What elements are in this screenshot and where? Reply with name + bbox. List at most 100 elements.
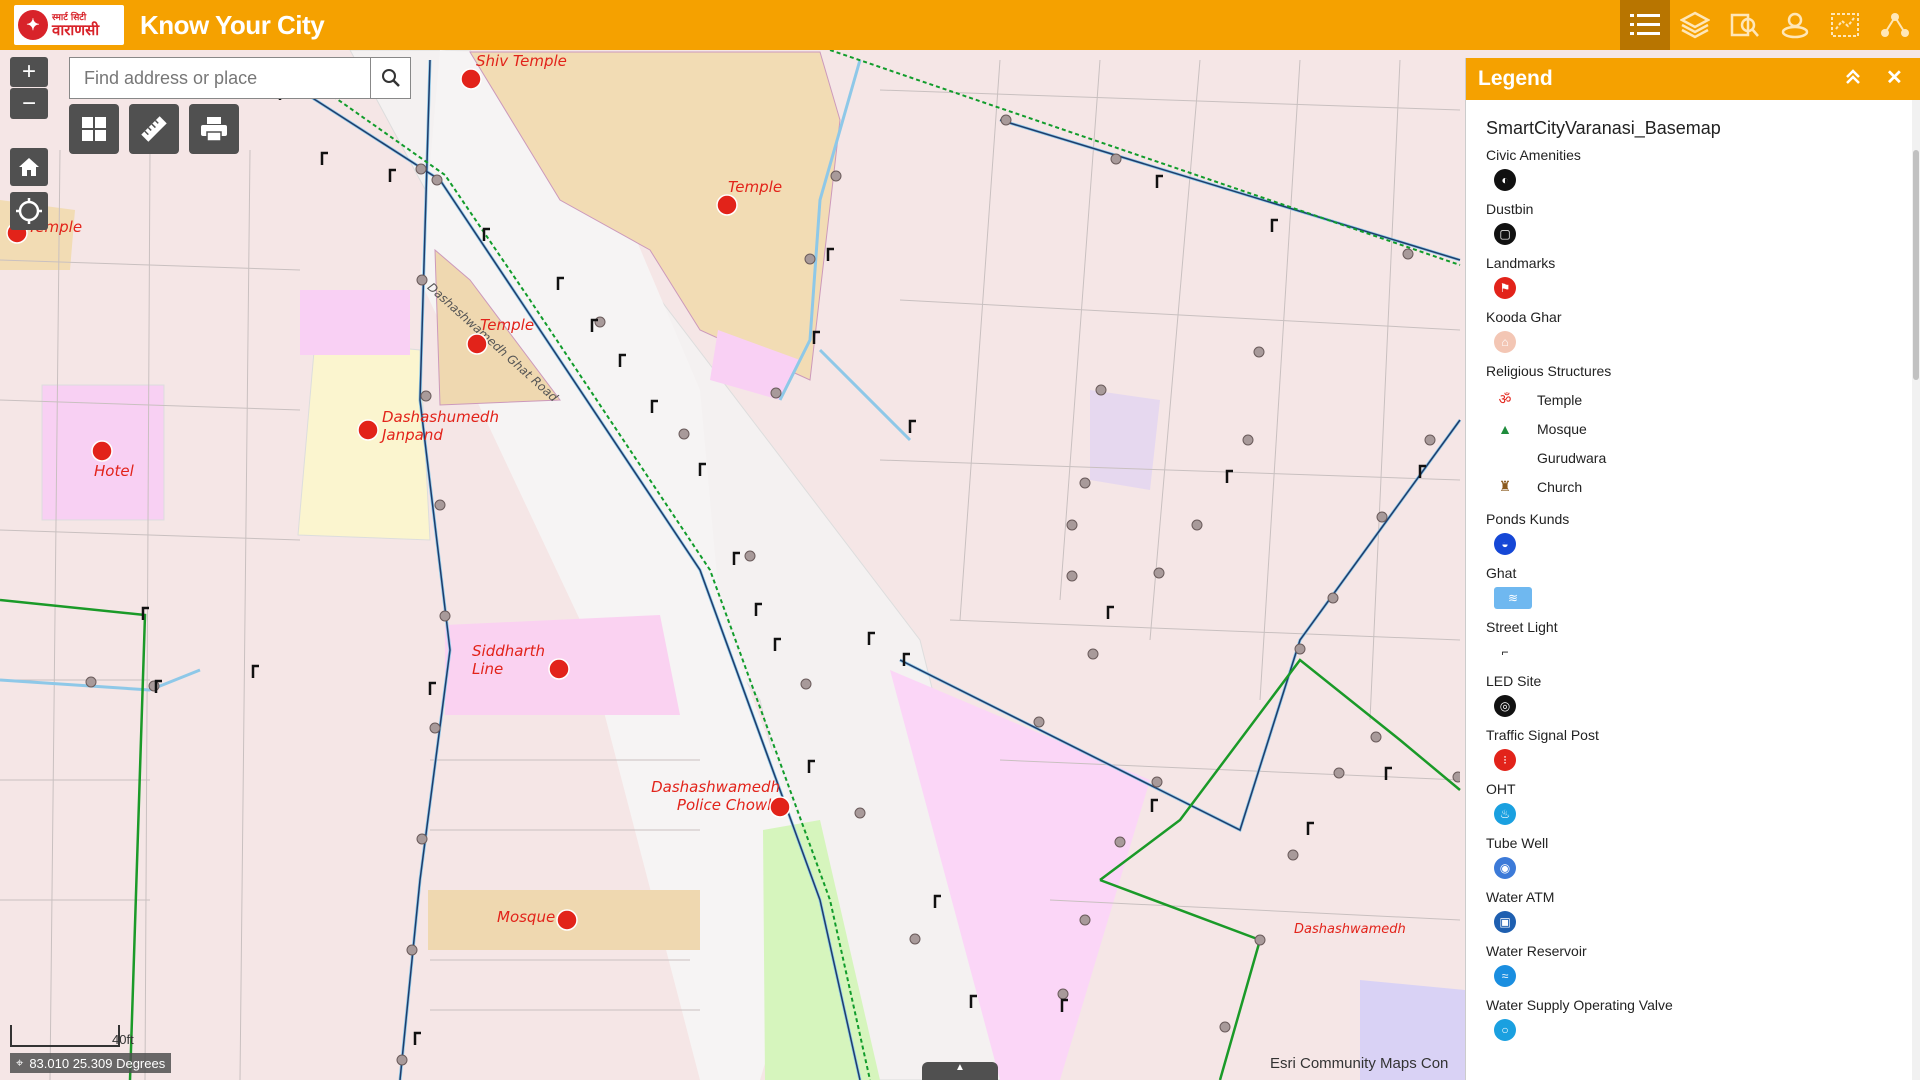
valve-node-icon: [830, 170, 842, 182]
valve-node-icon: [1287, 849, 1299, 861]
valve-node-icon: [909, 933, 921, 945]
share-icon[interactable]: [1870, 0, 1920, 50]
valve-node-icon: [406, 944, 418, 956]
basemap-gallery-button[interactable]: [69, 104, 119, 154]
scroll-thumb[interactable]: [1913, 150, 1919, 380]
legend-group-label: Ghat: [1486, 565, 1517, 581]
logo-emblem-icon: ✦: [18, 10, 48, 40]
ruler-icon: [141, 116, 167, 142]
street-light-icon: [413, 1031, 421, 1045]
measure-button[interactable]: [129, 104, 179, 154]
valve-node-icon: [678, 428, 690, 440]
street-light-icon: [1060, 998, 1068, 1012]
valve-node-icon: [148, 680, 160, 692]
tube-well-icon: ◉: [1494, 857, 1516, 879]
valve-node-icon: [1114, 836, 1126, 848]
layers-icon[interactable]: [1670, 0, 1720, 50]
legend-group-religious: Religious Structures ॐ Temple ▲ Mosque Gurud…: [1486, 363, 1900, 501]
collapse-chevron-icon[interactable]: [1844, 68, 1862, 91]
valve-node-icon: [1079, 914, 1091, 926]
print-icon: [201, 117, 227, 142]
street-light-icon: [807, 759, 815, 773]
legend-item-label: Church: [1537, 478, 1583, 495]
valve-node-icon: [1242, 434, 1254, 446]
tool-row: [69, 104, 239, 154]
landmark-pin-icon: [460, 68, 482, 90]
legend-item-label: Mosque: [1537, 420, 1587, 437]
search-button[interactable]: [370, 58, 410, 98]
landmark-pin-icon: [556, 909, 578, 931]
valve-node-icon: [416, 274, 428, 286]
street-light-icon: [1225, 469, 1233, 483]
valve-node-icon: [1151, 776, 1163, 788]
valve-node-icon: [1452, 771, 1460, 783]
valve-node-icon: [1253, 346, 1265, 358]
top-bar: ✦ स्मार्ट सिटी वाराणसी Know Your City: [0, 0, 1920, 50]
mosque-icon: ▲: [1498, 420, 1512, 437]
valve-node-icon: [1370, 731, 1382, 743]
legend-group: Dustbin ▢: [1486, 201, 1900, 245]
search-icon: [381, 69, 400, 87]
street-light-icon: [1106, 605, 1114, 619]
legend-group: Water ATM ▣: [1486, 889, 1900, 933]
select-icon[interactable]: [1770, 0, 1820, 50]
valve-node-icon: [1402, 248, 1414, 260]
street-light-icon: [867, 631, 875, 645]
legend-list-icon[interactable]: [1620, 0, 1670, 50]
map-canvas[interactable]: Shiv Temple Temple Temple Temple Dashash…: [0, 50, 1920, 1080]
landmark-pin-icon: [769, 796, 791, 818]
street-light-icon: [428, 681, 436, 695]
locate-icon: [16, 198, 42, 224]
legend-group: Ponds Kunds ◒: [1486, 511, 1900, 555]
traffic-signal-post-icon: ⁝: [1494, 749, 1516, 771]
street-light-icon: [1306, 821, 1314, 835]
street-light-icon: [826, 247, 834, 261]
analysis-icon[interactable]: [1820, 0, 1870, 50]
valve-node-icon: [1153, 567, 1165, 579]
legend-item-label: Gurudwara: [1537, 449, 1607, 466]
ghat-icon: ≋: [1494, 587, 1532, 609]
valve-node-icon: [1079, 477, 1091, 489]
legend-panel: Legend ✕ SmartCityVaranasi_Basemap Civic…: [1465, 58, 1920, 1080]
street-light-icon: [388, 168, 396, 182]
street-light-icon: [320, 151, 328, 165]
search-input[interactable]: [70, 58, 370, 98]
print-button[interactable]: [189, 104, 239, 154]
legend-item: ॐ Temple: [1494, 385, 1900, 414]
close-icon[interactable]: ✕: [1886, 65, 1903, 90]
valve-node-icon: [1294, 643, 1306, 655]
panel-toggle-tab[interactable]: ▲: [922, 1062, 998, 1080]
landmarks-icon: ⚑: [1494, 277, 1516, 299]
street-light-icon: [902, 652, 910, 666]
valve-node-icon: [804, 253, 816, 265]
legend-body: SmartCityVaranasi_Basemap Civic Amenitie…: [1466, 100, 1920, 1080]
legend-title: Legend: [1478, 67, 1553, 90]
toolbar: [1620, 0, 1920, 50]
query-icon[interactable]: [1720, 0, 1770, 50]
legend-group-label: OHT: [1486, 781, 1516, 797]
legend-service-name: SmartCityVaranasi_Basemap: [1486, 118, 1721, 138]
street-light-icon: [933, 894, 941, 908]
valve-node-icon: [1000, 114, 1012, 126]
legend-item-label: Temple: [1537, 391, 1583, 408]
legend-group: Landmarks ⚑: [1486, 255, 1900, 299]
zoom-out-button[interactable]: −: [10, 88, 48, 119]
legend-group: Water Supply Operating Valve ○: [1486, 997, 1900, 1041]
coordinates-readout[interactable]: ⌖ 83.010 25.309 Degrees: [10, 1053, 172, 1073]
valve-node-icon: [439, 610, 451, 622]
zoom-in-button[interactable]: +: [10, 57, 48, 87]
valve-node-icon: [434, 499, 446, 511]
legend-scrollbar[interactable]: [1912, 100, 1920, 1080]
home-button[interactable]: [10, 148, 48, 186]
street-light-icon: [773, 637, 781, 651]
locate-button[interactable]: [10, 192, 48, 230]
street-light-icon: [251, 664, 259, 678]
ponds-kunds-icon: ◒: [1494, 533, 1516, 555]
legend-group-label: Street Light: [1486, 619, 1558, 635]
legend-item: ▲ Mosque: [1494, 414, 1900, 443]
street-light-icon: [812, 330, 820, 344]
legend-group: Kooda Ghar ⌂: [1486, 309, 1900, 353]
street-light-icon: [141, 606, 149, 620]
valve-node-icon: [1191, 519, 1203, 531]
scale-label: 40ft: [112, 1032, 134, 1047]
